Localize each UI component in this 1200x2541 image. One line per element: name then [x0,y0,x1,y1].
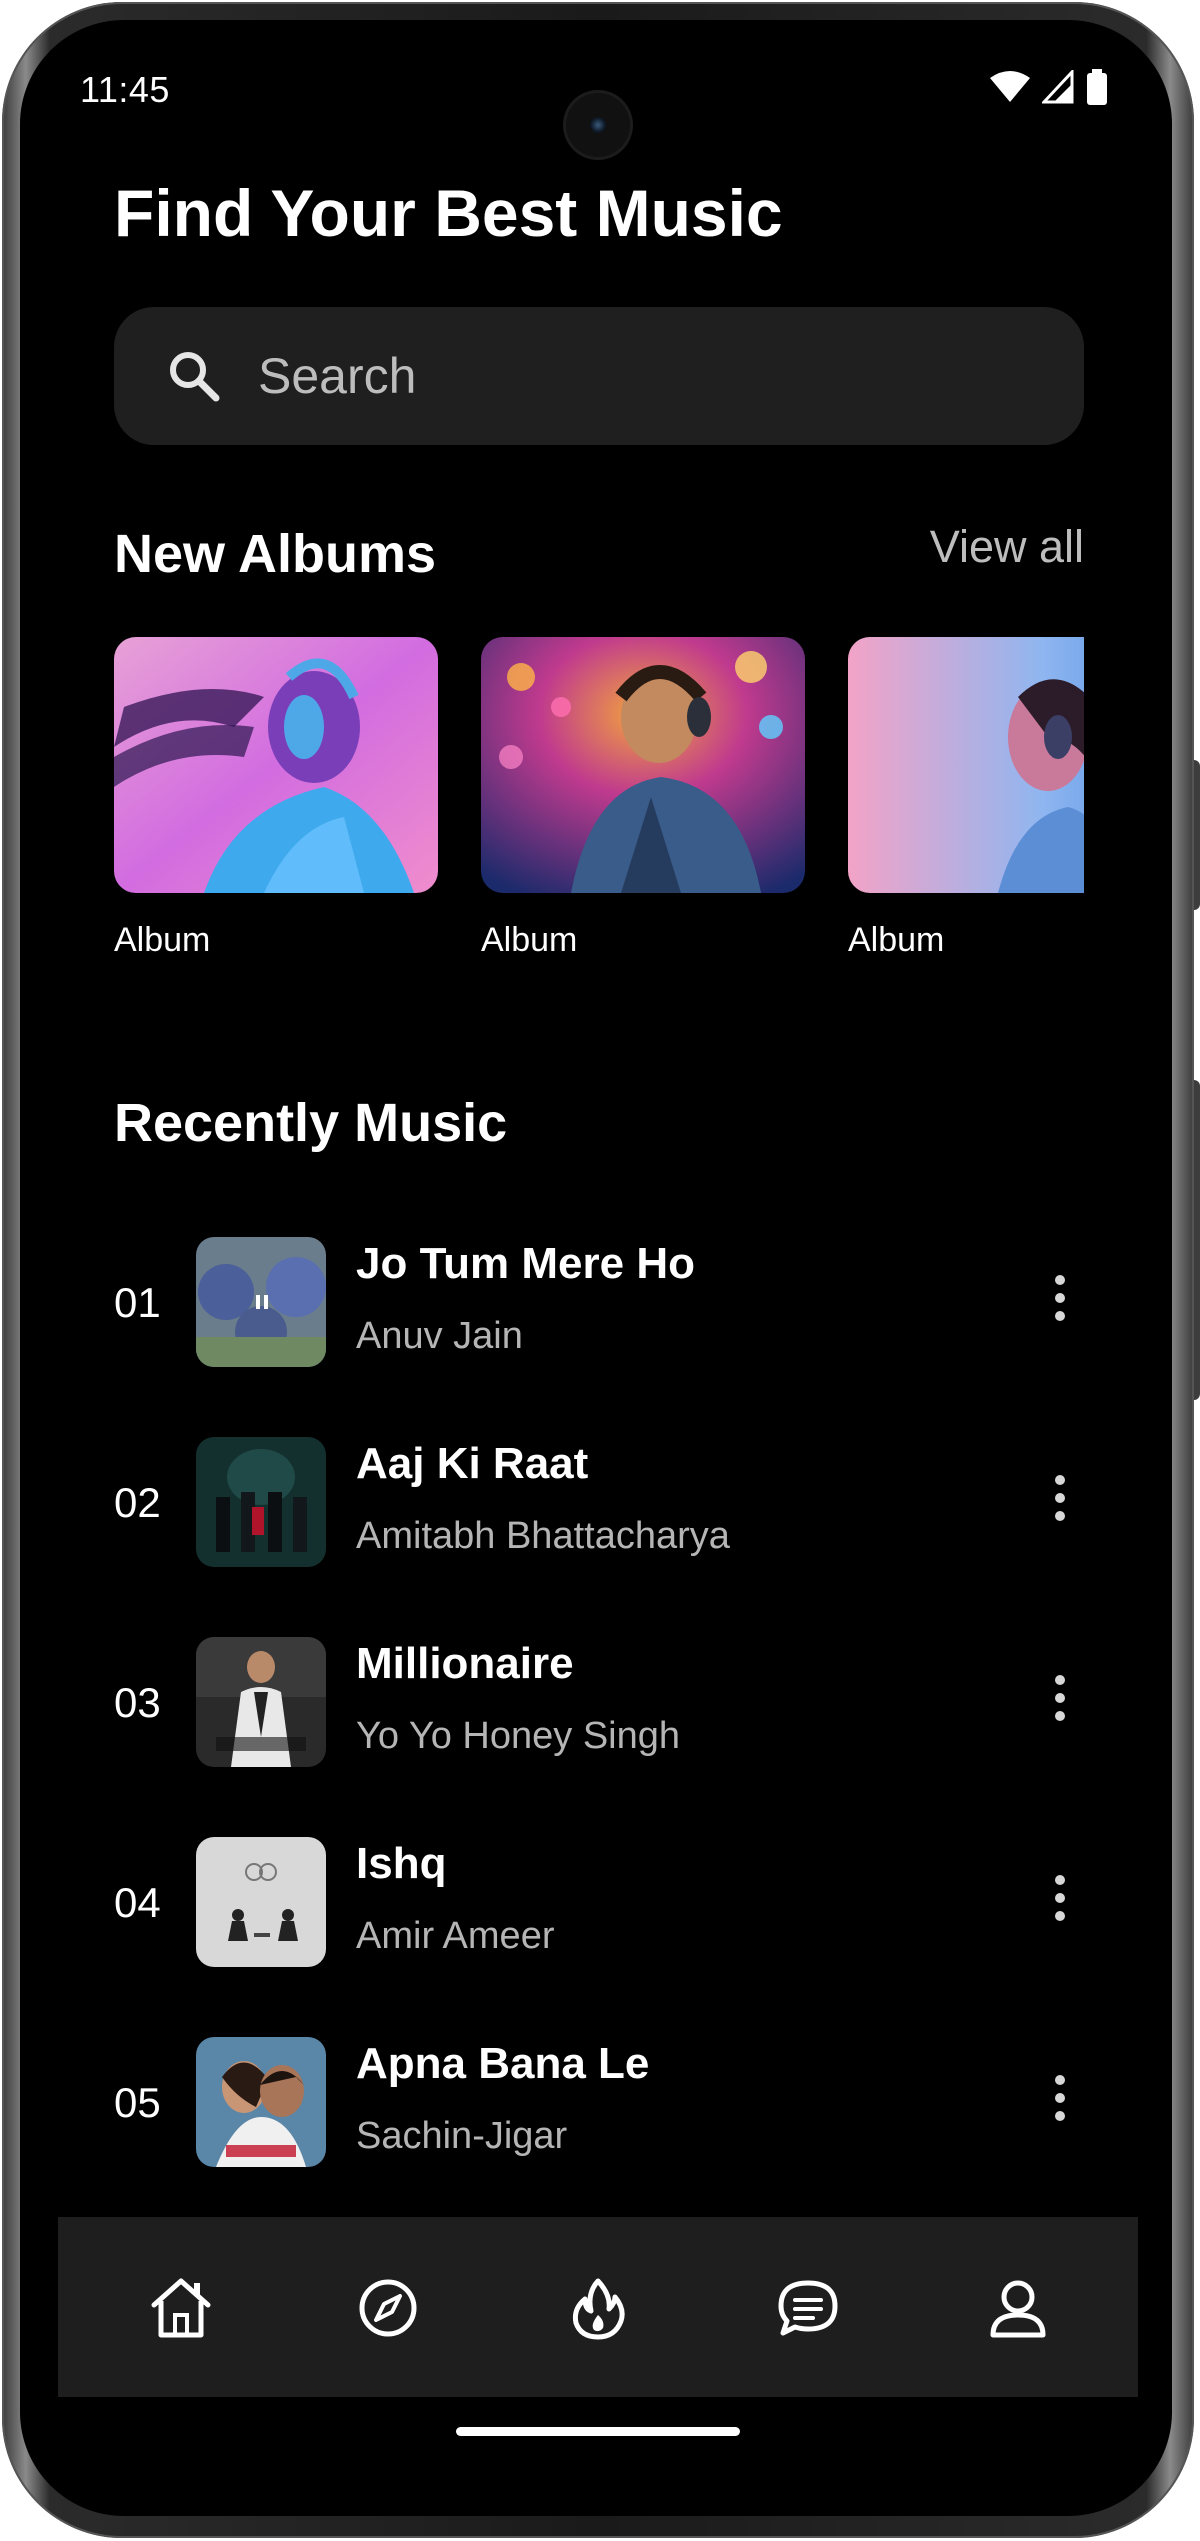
track-number: 04 [114,1879,161,1926]
search-bar[interactable] [114,307,1084,445]
battery-icon [1087,69,1107,105]
status-icons [990,69,1108,105]
more-options-icon[interactable] [1050,1475,1070,1535]
chat-icon[interactable] [773,2273,843,2343]
track-row[interactable]: 04 Ishq Amir Ameer [114,1837,1084,1977]
album-cover[interactable] [481,637,805,893]
album-label: Album [481,921,578,959]
track-artwork [196,2037,326,2167]
recently-music-title: Recently Music [114,1093,508,1153]
status-time: 11:45 [80,69,170,110]
track-title: Ishq [356,1839,447,1888]
home-indicator[interactable] [456,2427,740,2436]
track-artist: Anuv Jain [356,1315,523,1357]
track-row[interactable]: 01 Jo Tum Mere Ho Anuv Jain [114,1237,1084,1377]
track-artwork [196,1237,326,1367]
search-icon[interactable] [166,348,222,404]
track-title: Millionaire [356,1639,574,1688]
track-artist: Sachin-Jigar [356,2115,568,2157]
track-title: Jo Tum Mere Ho [356,1239,696,1288]
track-artist: Yo Yo Honey Singh [356,1715,681,1757]
track-title: Aaj Ki Raat [356,1439,589,1488]
album-card[interactable]: Album [481,637,805,960]
cell-signal-icon [1042,70,1074,104]
trending-flame-icon[interactable] [563,2273,633,2343]
album-cover-art-headphones-profile [848,637,1084,893]
wifi-icon [990,71,1030,102]
track-artwork [196,1637,326,1767]
device-volume-button [1194,1080,1200,1400]
more-options-icon[interactable] [1050,1875,1070,1935]
more-options-icon[interactable] [1050,1675,1070,1735]
device-power-button [1194,760,1200,910]
page-title: Find Your Best Music [114,176,783,250]
track-row[interactable]: 05 Apna Bana Le Sachin-Jigar [114,2037,1084,2177]
explore-compass-icon[interactable] [353,2273,423,2343]
track-number: 02 [114,1479,161,1526]
track-artist: Amitabh Bhattacharya [356,1515,730,1557]
more-options-icon[interactable] [1050,2075,1070,2135]
more-options-icon[interactable] [1050,1275,1070,1335]
track-row[interactable]: 02 Aaj Ki Raat Amitabh Bhattacharya [114,1437,1084,1577]
bottom-nav [58,2217,1138,2397]
track-title: Apna Bana Le [356,2039,650,2088]
track-number: 03 [114,1679,161,1726]
album-card[interactable]: Album [114,637,438,960]
new-albums-title: New Albums [114,524,437,584]
app-screen: 11:45 Find Your Best Music New Albums Vi… [58,57,1138,2457]
track-artwork [196,1437,326,1567]
home-icon[interactable] [146,2273,216,2343]
view-all-link[interactable]: View all [930,521,1084,573]
track-number: 01 [114,1279,161,1326]
album-label: Album [114,921,211,959]
track-row[interactable]: 03 Millionaire Yo Yo Honey Singh [114,1637,1084,1777]
album-cover-art-headphones-woman [114,637,438,893]
track-number: 05 [114,2079,161,2126]
album-label: Album [848,921,945,959]
front-camera [566,93,630,157]
album-cover[interactable] [114,637,438,893]
profile-icon[interactable] [983,2273,1053,2343]
track-artist: Amir Ameer [356,1915,555,1957]
track-artwork [196,1837,326,1967]
album-card[interactable]: Album [848,637,1084,960]
album-cover-art-headphones-man [481,637,805,893]
album-cover[interactable] [848,637,1084,893]
search-input[interactable] [256,346,1020,406]
albums-carousel[interactable]: Album Album Album [114,637,1084,977]
